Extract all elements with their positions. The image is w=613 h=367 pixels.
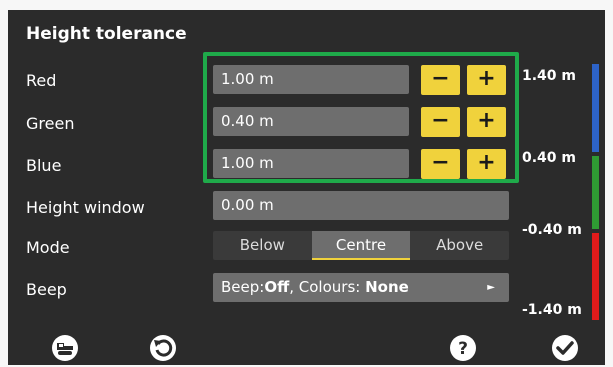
bottom-toolbar: ? xyxy=(8,331,605,365)
play-arrow-icon: ► xyxy=(487,282,495,293)
blue-label: Blue xyxy=(26,156,62,175)
scale-bar-red xyxy=(592,233,599,320)
svg-text:?: ? xyxy=(458,339,468,359)
scale-label-bottom: -1.40 m xyxy=(522,302,582,318)
mode-selector: Below Centre Above xyxy=(213,231,509,260)
blue-increase-button[interactable]: + xyxy=(467,149,506,179)
page-title: Height tolerance xyxy=(26,24,187,44)
red-value-field[interactable]: 1.00 m xyxy=(213,65,409,94)
red-decrease-button[interactable]: − xyxy=(421,65,460,95)
height-tolerance-screen: Height tolerance Red 1.00 m − + Green 0.… xyxy=(8,10,605,365)
confirm-icon[interactable] xyxy=(551,334,579,362)
green-value-field[interactable]: 0.40 m xyxy=(213,107,409,136)
colours-key: , Colours: xyxy=(289,278,361,296)
scale-label-lower: -0.40 m xyxy=(522,222,582,238)
red-increase-button[interactable]: + xyxy=(467,65,506,95)
machine-icon[interactable] xyxy=(51,334,79,362)
green-decrease-button[interactable]: − xyxy=(421,107,460,137)
blue-value-field[interactable]: 1.00 m xyxy=(213,149,409,178)
height-window-field[interactable]: 0.00 m xyxy=(213,191,509,220)
scale-bar-blue xyxy=(592,64,599,152)
beep-settings-button[interactable]: Beep:Off, Colours: None ► xyxy=(213,273,509,302)
green-increase-button[interactable]: + xyxy=(467,107,506,137)
scale-label-top: 1.40 m xyxy=(522,68,577,84)
beep-value: Off xyxy=(264,278,290,296)
reset-icon[interactable] xyxy=(149,334,177,362)
beep-label: Beep xyxy=(26,280,67,299)
mode-option-centre[interactable]: Centre xyxy=(311,231,411,260)
height-window-label: Height window xyxy=(26,198,145,217)
green-label: Green xyxy=(26,114,75,133)
colours-value: None xyxy=(365,278,409,296)
mode-option-above[interactable]: Above xyxy=(410,231,509,260)
mode-label: Mode xyxy=(26,238,70,257)
mode-option-below[interactable]: Below xyxy=(213,231,312,260)
blue-decrease-button[interactable]: − xyxy=(421,149,460,179)
scale-label-upper: 0.40 m xyxy=(522,150,577,166)
red-label: Red xyxy=(26,71,57,90)
scale-bar-green xyxy=(592,156,599,229)
help-icon[interactable]: ? xyxy=(449,334,477,362)
beep-key: Beep: xyxy=(221,278,265,296)
